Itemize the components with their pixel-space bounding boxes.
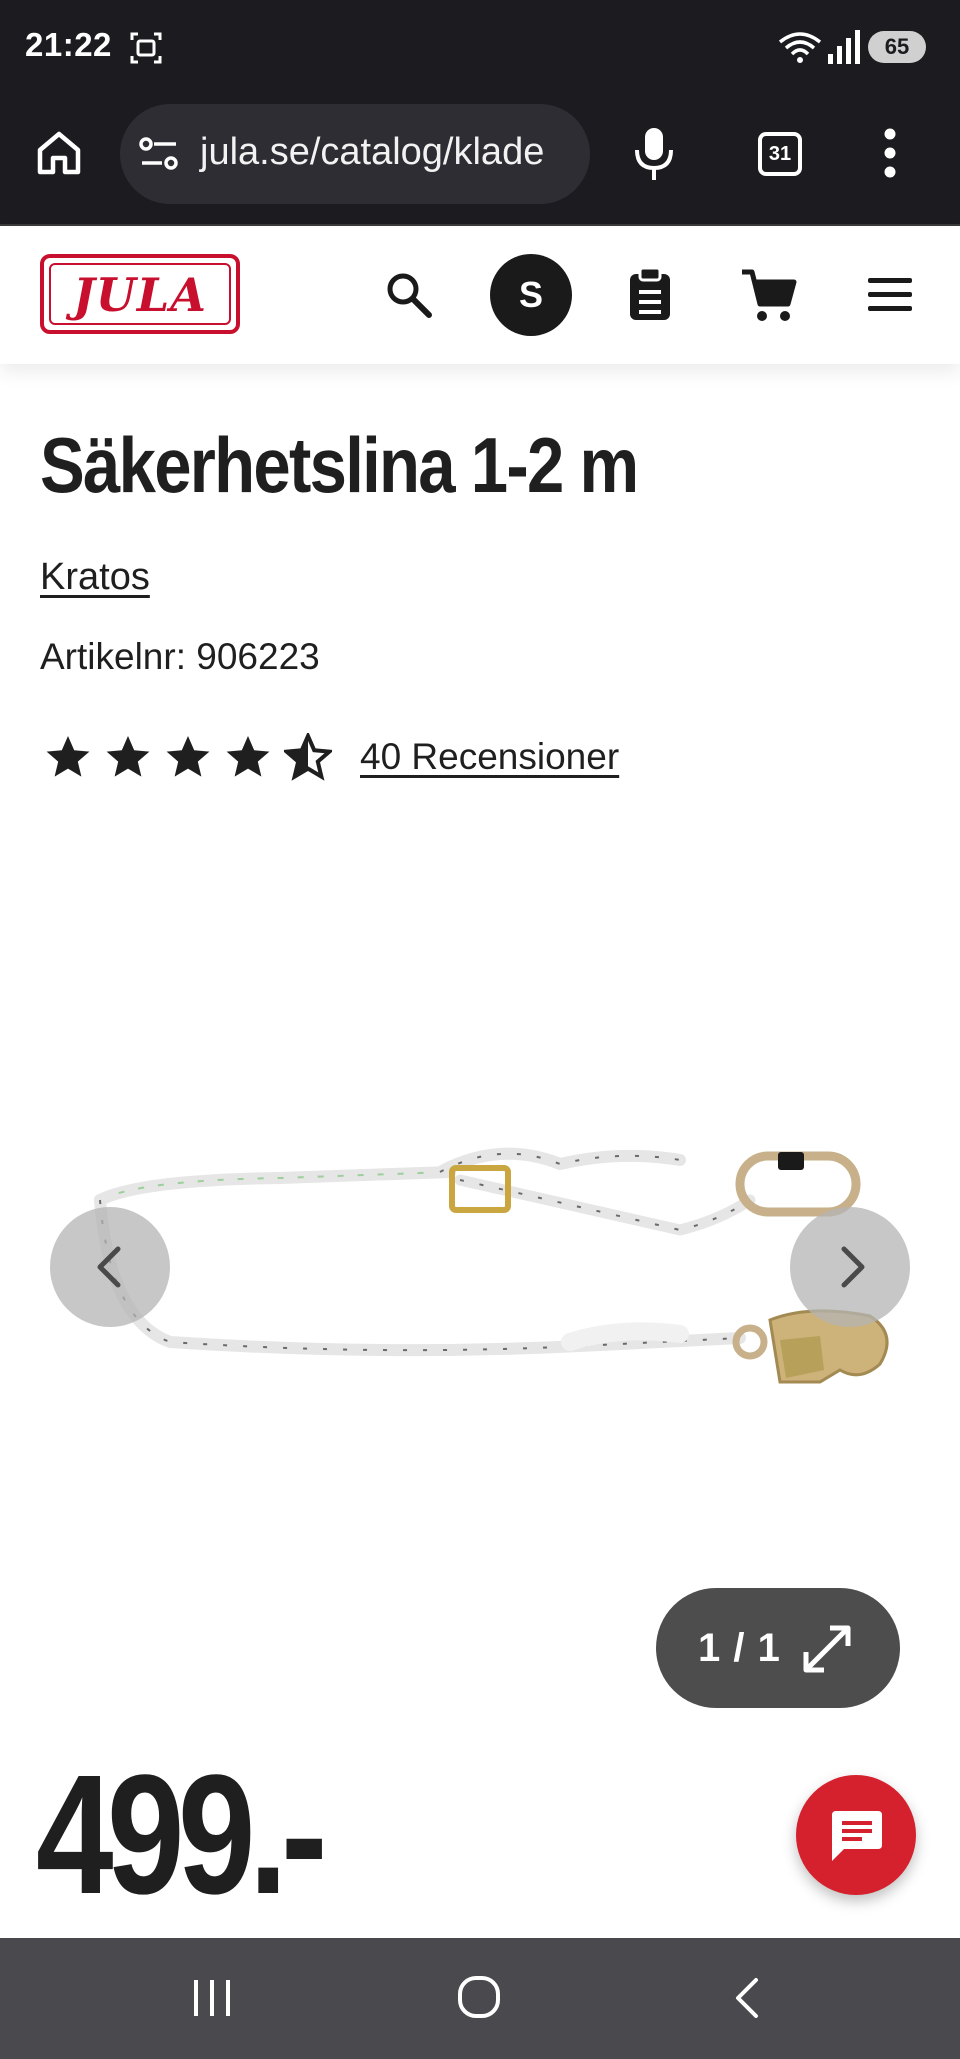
gallery-prev-button[interactable] [50,1207,170,1327]
star-full-icon [166,736,210,777]
mic-icon[interactable] [632,126,676,182]
recents-icon[interactable] [190,1976,234,2020]
chevron-right-icon [841,1246,865,1288]
chat-icon [832,1811,882,1861]
site-settings-icon[interactable] [138,136,180,172]
back-icon[interactable] [730,1976,764,2020]
gallery-next-button[interactable] [790,1207,910,1327]
star-full-icon [226,736,270,777]
chat-button[interactable] [796,1775,916,1895]
signal-icon [828,30,860,64]
avatar-initial: S [518,274,543,315]
account-avatar[interactable]: S [490,254,572,336]
home-icon[interactable] [34,128,84,178]
chevron-left-icon [97,1246,121,1288]
url-text[interactable]: jula.se/catalog/klade [200,131,544,174]
expand-icon [803,1625,851,1673]
screenshot-icon [130,32,162,64]
star-full-icon [46,736,90,777]
jula-logo[interactable]: JULA [40,254,240,334]
page: 21:22 65 jula.se/catalog/klade 31 JULA S… [0,0,960,2059]
browser-toolbar: jula.se/catalog/klade 31 [0,96,960,226]
tabs-icon[interactable]: 31 [758,132,802,176]
tab-count: 31 [768,143,792,165]
cart-icon[interactable] [740,268,798,324]
star-full-icon [106,736,150,777]
system-nav-bar [0,1938,960,2059]
logo-text: JULA [73,268,207,322]
clipboard-icon[interactable] [626,266,674,322]
reviews-link[interactable]: 40 Recensioner [360,736,619,778]
menu-icon[interactable] [866,274,914,314]
battery-level: 65 [884,34,910,59]
home-button-icon[interactable] [456,1974,502,2020]
brand-link[interactable]: Kratos [40,556,150,599]
article-number: Artikelnr: 906223 [40,636,320,677]
rating-stars[interactable] [44,733,332,781]
gallery-counter-button[interactable]: 1 / 1 [656,1588,900,1708]
star-half-icon [284,733,332,781]
gallery-counter: 1 / 1 [698,1626,781,1670]
search-icon[interactable] [384,270,434,320]
wifi-icon [778,32,822,63]
product-title: Säkerhetslina 1-2 m [40,421,639,509]
status-bar: 21:22 65 [0,0,960,96]
status-time: 21:22 [25,26,112,63]
more-icon[interactable] [884,128,896,178]
site-header: JULA S [0,228,960,364]
battery-icon: 65 [868,31,926,63]
product-price: 499.- [36,1740,328,1930]
